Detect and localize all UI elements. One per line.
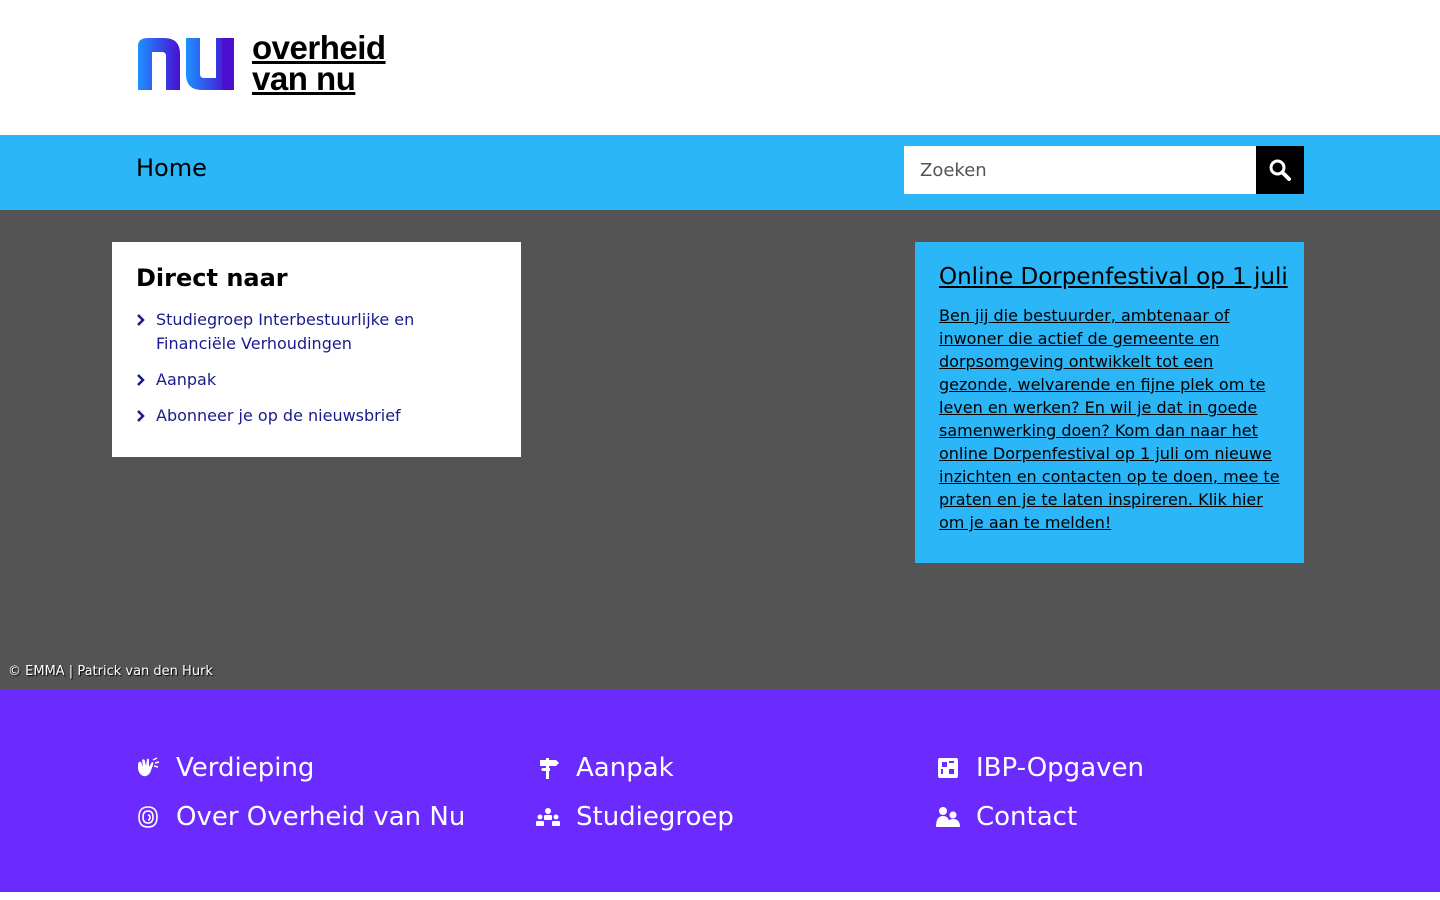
chevron-right-icon [136, 404, 156, 427]
footer-link-contact[interactable]: Contact [936, 802, 1077, 832]
footer-link-studiegroep[interactable]: Studiegroep [536, 802, 734, 832]
chevron-right-icon [136, 368, 156, 391]
signpost-icon [536, 756, 560, 780]
hands-icon [136, 756, 160, 780]
footer-link-ibp-opgaven[interactable]: IBP-Opgaven [936, 753, 1144, 783]
footer-link-label: Over Overheid van Nu [176, 802, 466, 832]
direct-naar-panel: Direct naar Studiegroep Interbestuurlijk… [112, 242, 521, 457]
direct-naar-link-studiegroep[interactable]: Studiegroep Interbestuurlijke en Financi… [156, 308, 497, 356]
photo-credit: © EMMA | Patrick van den Hurk [8, 664, 213, 679]
site-header: overheid van nu [0, 0, 1440, 135]
direct-naar-list: Studiegroep Interbestuurlijke en Financi… [136, 308, 497, 428]
footer-link-verdieping[interactable]: Verdieping [136, 753, 314, 783]
footer-link-label: Aanpak [576, 753, 674, 783]
direct-naar-item: Abonneer je op de nieuwsbrief [136, 404, 497, 428]
chevron-right-icon [136, 308, 156, 331]
logo-line-1: overheid [252, 29, 386, 66]
direct-naar-item: Studiegroep Interbestuurlijke en Financi… [136, 308, 497, 356]
direct-naar-link-aanpak[interactable]: Aanpak [156, 368, 216, 392]
logo-nu-mark [138, 38, 234, 90]
footer-navigation: Verdieping Aanpak IBP-Opgaven Over Overh… [0, 690, 1440, 892]
promo-body-link[interactable]: Ben jij die bestuurder, ambtenaar of inw… [939, 304, 1280, 534]
logo-wordmark: overheid van nu [252, 29, 386, 97]
puzzle-icon [936, 756, 960, 780]
promo-title-link[interactable]: Online Dorpenfestival op 1 juli [939, 264, 1288, 290]
people-icon [936, 805, 960, 829]
group-icon [536, 805, 560, 829]
footer-link-label: Studiegroep [576, 802, 734, 832]
promo-card: Online Dorpenfestival op 1 juli Ben jij … [915, 242, 1304, 563]
main-navigation: Home [0, 135, 1440, 210]
direct-naar-link-nieuwsbrief[interactable]: Abonneer je op de nieuwsbrief [156, 404, 401, 428]
fingerprint-icon [136, 805, 160, 829]
direct-naar-item: Aanpak [136, 368, 497, 392]
footer-link-aanpak[interactable]: Aanpak [536, 753, 674, 783]
footer-link-label: IBP-Opgaven [976, 753, 1144, 783]
footer-link-label: Contact [976, 802, 1078, 832]
search-input[interactable] [904, 146, 1256, 194]
site-logo[interactable]: overheid van nu [136, 30, 416, 96]
footer-link-label: Verdieping [176, 753, 315, 783]
search-form [904, 146, 1304, 194]
search-button[interactable] [1256, 146, 1304, 194]
page-bottom [0, 892, 1440, 900]
hero-banner: Direct naar Studiegroep Interbestuurlijk… [0, 210, 1440, 690]
search-icon [1269, 159, 1291, 181]
footer-link-over-overheid-van-nu[interactable]: Over Overheid van Nu [136, 802, 465, 832]
direct-naar-title: Direct naar [136, 264, 288, 292]
nav-home-link[interactable]: Home [136, 154, 207, 182]
logo-line-2: van nu [252, 60, 356, 97]
